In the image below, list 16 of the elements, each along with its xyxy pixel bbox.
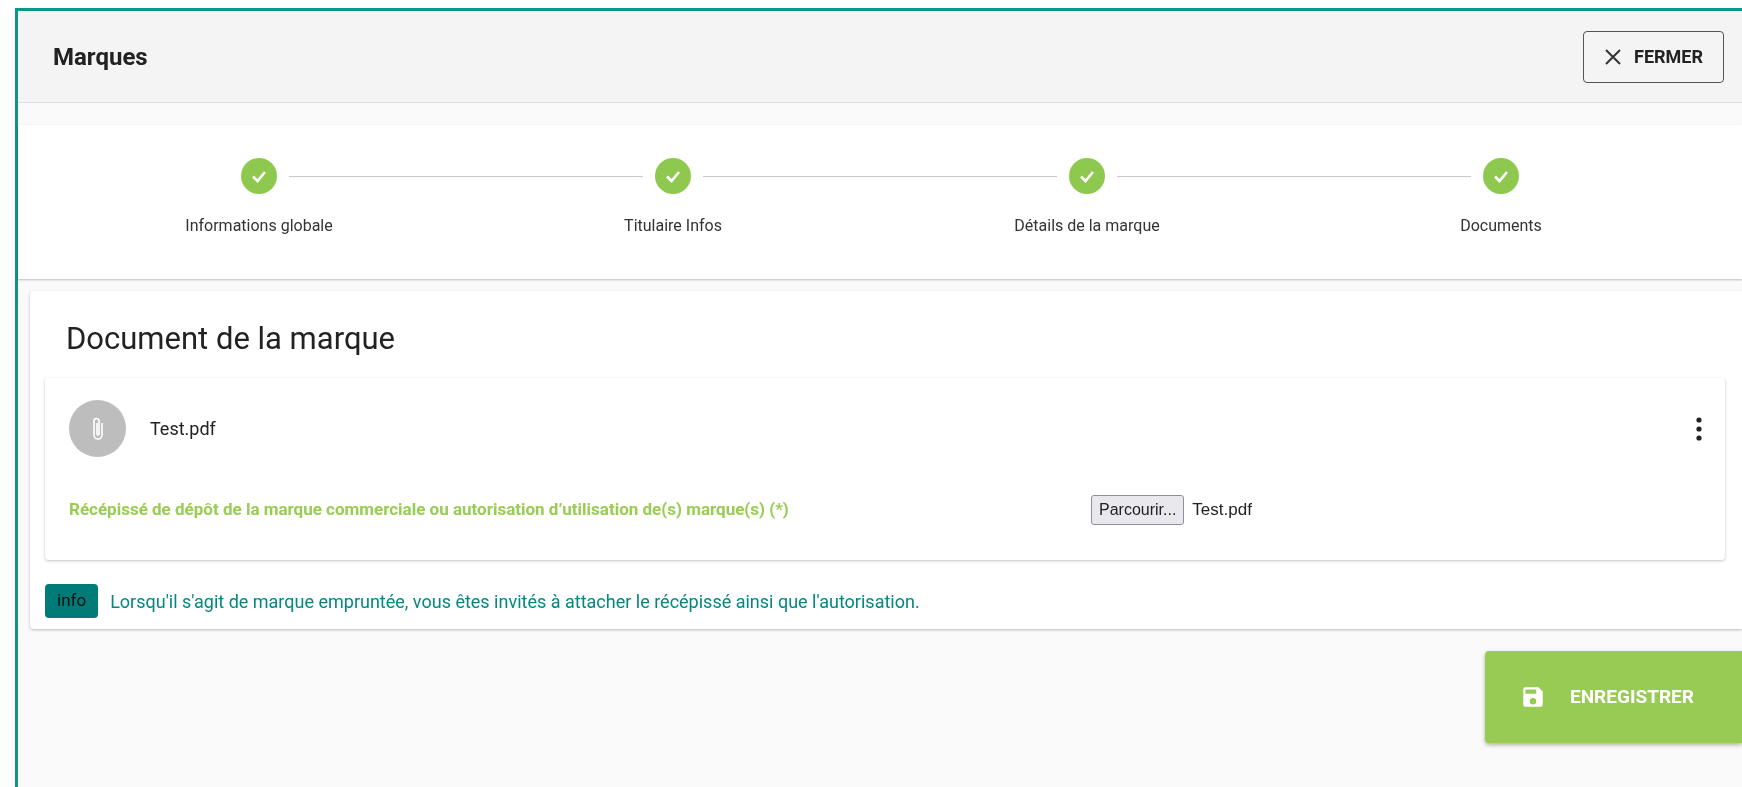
chosen-file-name: Test.pdf — [1192, 499, 1252, 522]
file-name: Test.pdf — [150, 417, 216, 441]
browse-button[interactable]: Parcourir... — [1091, 495, 1185, 525]
info-badge: info — [45, 584, 99, 618]
step-label: Titulaire Infos — [624, 215, 722, 237]
close-icon — [1604, 47, 1623, 66]
close-button[interactable]: FERMER — [1583, 30, 1724, 83]
page-title: Marques — [53, 41, 148, 73]
step-label: Détails de la marque — [1014, 215, 1160, 237]
info-message: Lorsqu'il s'agit de marque empruntée, vous êtes invités à attacher le récépissé ainsi que l'autorisation. — [110, 589, 920, 614]
field-label: Récépissé de dépôt de la marque commerciale ou autorisation d’utilisation de(s) marque(s) (*) — [69, 498, 790, 522]
paperclip-icon — [90, 415, 105, 442]
step-label: Documents — [1460, 215, 1542, 237]
more-options-icon[interactable] — [1695, 415, 1703, 442]
section-title: Document de la marque — [65, 319, 397, 359]
step-label: Informations globale — [185, 215, 333, 237]
